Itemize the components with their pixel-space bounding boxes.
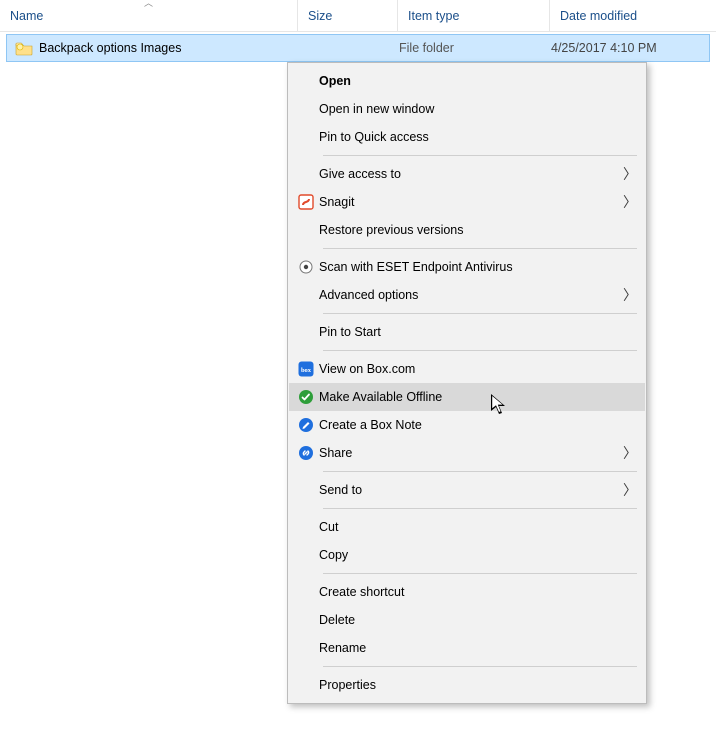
menu-share-label: Share [319,446,621,460]
column-header-name-label: Name [10,9,43,23]
menu-separator [323,471,637,472]
menu-give-access-to-label: Give access to [319,167,621,181]
menu-open-new-window-label: Open in new window [319,102,637,116]
column-header-size[interactable]: Size [298,0,398,31]
menu-separator [323,666,637,667]
menu-snagit[interactable]: Snagit 〉 [289,188,645,216]
menu-give-access-to[interactable]: Give access to 〉 [289,160,645,188]
menu-cut-label: Cut [319,520,637,534]
menu-rename[interactable]: Rename [289,634,645,662]
column-header-row: Name ︿ Size Item type Date modified [0,0,716,32]
menu-delete-label: Delete [319,613,637,627]
file-name: Backpack options Images [39,41,181,55]
column-header-type-label: Item type [408,9,459,23]
folder-icon [15,40,33,56]
chevron-right-icon: 〉 [621,285,637,305]
menu-view-on-box[interactable]: box View on Box.com [289,355,645,383]
menu-separator [323,573,637,574]
menu-separator [323,248,637,249]
menu-create-box-note[interactable]: Create a Box Note [289,411,645,439]
svg-text:box: box [301,367,312,374]
chevron-right-icon: 〉 [621,192,637,212]
column-header-date[interactable]: Date modified [550,0,716,31]
box-note-icon [293,417,319,433]
column-header-name[interactable]: Name ︿ [0,0,298,31]
menu-create-box-note-label: Create a Box Note [319,418,637,432]
column-header-size-label: Size [308,9,332,23]
menu-view-on-box-label: View on Box.com [319,362,637,376]
menu-make-available-offline-label: Make Available Offline [319,390,637,404]
menu-pin-quick-access-label: Pin to Quick access [319,130,637,144]
menu-separator [323,508,637,509]
column-header-type[interactable]: Item type [398,0,550,31]
menu-properties-label: Properties [319,678,637,692]
menu-pin-to-start[interactable]: Pin to Start [289,318,645,346]
menu-separator [323,155,637,156]
menu-advanced-options-label: Advanced options [319,288,621,302]
check-circle-icon [293,389,319,405]
menu-properties[interactable]: Properties [289,671,645,699]
menu-copy-label: Copy [319,548,637,562]
menu-create-shortcut-label: Create shortcut [319,585,637,599]
menu-separator [323,350,637,351]
file-type: File folder [395,41,547,55]
menu-scan-eset[interactable]: Scan with ESET Endpoint Antivirus [289,253,645,281]
menu-open-new-window[interactable]: Open in new window [289,95,645,123]
chevron-right-icon: 〉 [621,443,637,463]
menu-advanced-options[interactable]: Advanced options 〉 [289,281,645,309]
menu-copy[interactable]: Copy [289,541,645,569]
menu-send-to[interactable]: Send to 〉 [289,476,645,504]
eset-icon [293,260,319,274]
menu-separator [323,313,637,314]
box-logo-icon: box [293,361,319,377]
chevron-right-icon: 〉 [621,480,637,500]
menu-restore-previous-label: Restore previous versions [319,223,637,237]
menu-scan-eset-label: Scan with ESET Endpoint Antivirus [319,260,637,274]
table-row[interactable]: Backpack options Images File folder 4/25… [6,34,710,62]
menu-make-available-offline[interactable]: Make Available Offline [289,383,645,411]
menu-delete[interactable]: Delete [289,606,645,634]
snagit-icon [293,194,319,210]
menu-open[interactable]: Open [289,67,645,95]
menu-cut[interactable]: Cut [289,513,645,541]
menu-pin-quick-access[interactable]: Pin to Quick access [289,123,645,151]
file-date: 4/25/2017 4:10 PM [547,41,709,55]
column-header-date-label: Date modified [560,9,637,23]
menu-share[interactable]: Share 〉 [289,439,645,467]
sort-ascending-icon: ︿ [144,0,153,9]
menu-pin-to-start-label: Pin to Start [319,325,637,339]
menu-send-to-label: Send to [319,483,621,497]
context-menu: Open Open in new window Pin to Quick acc… [287,62,647,704]
menu-rename-label: Rename [319,641,637,655]
menu-snagit-label: Snagit [319,195,621,209]
menu-open-label: Open [319,74,637,88]
menu-create-shortcut[interactable]: Create shortcut [289,578,645,606]
link-icon [293,445,319,461]
menu-restore-previous[interactable]: Restore previous versions [289,216,645,244]
chevron-right-icon: 〉 [621,164,637,184]
